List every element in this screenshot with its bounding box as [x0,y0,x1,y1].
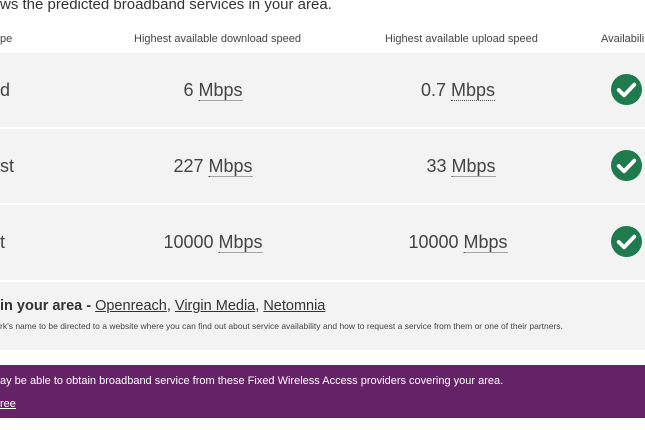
upload-value: 0.7 [420,80,446,100]
download-unit[interactable]: Mbps [198,80,243,101]
download-value: 10000 [163,232,214,252]
header-type: pe [0,33,13,45]
upload-value: 10000 [408,232,459,252]
row-type: d [0,80,11,100]
providers-note: rk's name to be directed to a website wh… [0,321,563,331]
check-icon [611,150,642,181]
providers-label: in your area - [0,298,96,314]
upload-speed: 33 Mbps [426,156,496,177]
check-icon [611,226,642,257]
provider-separator: , [166,298,175,314]
download-unit[interactable]: Mbps [218,232,263,253]
download-speed: 10000 Mbps [163,232,263,253]
fwa-text: ay be able to obtain broadband service f… [0,375,504,387]
provider-link-virgin-media[interactable]: Virgin Media [175,298,255,314]
upload-unit[interactable]: Mbps [451,80,496,101]
fwa-link[interactable]: ree [0,398,16,410]
fwa-banner: ay be able to obtain broadband service f… [0,365,645,418]
download-value: 6 [183,80,194,100]
providers-panel: in your area - Openreach, Virgin Media, … [0,282,645,350]
upload-unit[interactable]: Mbps [451,156,496,177]
download-value: 227 [173,156,204,176]
row-type: st [0,156,15,176]
table-row: t 10000 Mbps 10000 Mbps [0,205,645,280]
header-download: Highest available download speed [134,33,301,45]
providers-line: in your area - Openreach, Virgin Media, … [0,298,325,314]
row-type: t [0,232,6,252]
download-speed: 227 Mbps [173,156,253,177]
provider-link-netomnia[interactable]: Netomnia [263,298,325,314]
table-row: d 6 Mbps 0.7 Mbps [0,53,645,128]
provider-link-openreach[interactable]: Openreach [95,298,167,314]
download-speed: 6 Mbps [183,80,243,101]
upload-unit[interactable]: Mbps [463,232,508,253]
header-availability: Availabili [601,33,645,45]
check-icon [611,74,642,105]
header-upload: Highest available upload speed [385,33,538,45]
table-row: st 227 Mbps 33 Mbps [0,129,645,204]
intro-text: ws the predicted broadband services in y… [0,0,332,13]
upload-speed: 0.7 Mbps [420,80,496,101]
upload-speed: 10000 Mbps [408,232,508,253]
upload-value: 33 [426,156,447,176]
download-unit[interactable]: Mbps [208,156,253,177]
